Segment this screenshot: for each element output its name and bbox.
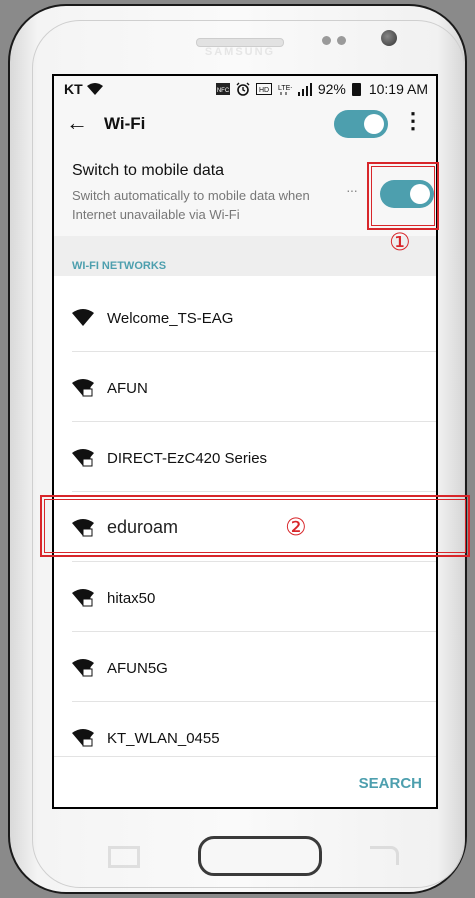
back-key-icon[interactable]: [370, 846, 399, 865]
network-name: DIRECT-EzC420 Series: [107, 450, 268, 467]
network-name: KT_WLAN_0455: [107, 730, 220, 747]
hd-voice-icon: HD: [255, 83, 272, 95]
clock-time: 10:19 AM: [368, 81, 428, 97]
wifi-locked-icon: [72, 449, 94, 467]
status-bar: KT NFC HD LTE+ 92% 10:19 AM: [54, 76, 436, 102]
battery-percent: 92%: [317, 81, 346, 97]
nfc-icon: NFC: [215, 83, 230, 95]
carrier-label: KT: [64, 81, 83, 97]
wifi-locked-icon: [72, 379, 94, 397]
page-title: Wi-Fi: [104, 114, 146, 133]
alarm-icon: [236, 82, 250, 96]
status-right: NFC HD LTE+ 92% 10:19 AM: [215, 81, 428, 97]
mobile-data-description: Switch automatically to mobile data when…: [72, 188, 310, 222]
section-label: WI-FI NETWORKS: [72, 260, 167, 272]
wifi-locked-icon: [72, 729, 94, 747]
network-item[interactable]: AFUN5G: [72, 632, 436, 702]
network-name: AFUN: [107, 380, 148, 397]
svg-text:HD: HD: [259, 87, 269, 94]
app-bar: ← Wi-Fi ⋮: [54, 102, 436, 146]
front-camera-icon: [381, 30, 397, 46]
annotation-marker-1: ①: [389, 228, 411, 256]
network-name: Welcome_TS-EAG: [107, 310, 234, 327]
recent-apps-key-icon[interactable]: [108, 846, 140, 868]
wifi-open-icon: [72, 309, 94, 326]
toggle-knob: [364, 114, 384, 134]
mobile-data-title: Switch to mobile data: [72, 162, 225, 179]
network-item[interactable]: DIRECT-EzC420 Series: [72, 422, 436, 492]
network-name: AFUN5G: [107, 660, 168, 677]
proximity-sensor-icon: [322, 36, 331, 45]
wifi-signal-icon: [86, 83, 103, 95]
back-arrow-icon[interactable]: ←: [66, 110, 88, 136]
wifi-locked-icon: [72, 659, 94, 677]
annotation-marker-2: ②: [285, 513, 307, 541]
section-header: WI-FI NETWORKS: [54, 236, 436, 276]
network-item[interactable]: Welcome_TS-EAG: [72, 282, 436, 352]
wifi-locked-icon: [72, 589, 94, 607]
highlight-box-1: [367, 162, 439, 230]
network-item[interactable]: hitax50: [72, 562, 436, 632]
status-left: KT: [64, 81, 103, 97]
wifi-master-toggle[interactable]: [334, 110, 388, 138]
battery-icon: [351, 82, 361, 96]
light-sensor-icon: [337, 36, 346, 45]
lte-plus-icon: LTE+: [278, 85, 292, 95]
signal-bars-icon: [297, 82, 312, 96]
network-name: hitax50: [107, 590, 156, 607]
svg-text:LTE+: LTE+: [278, 85, 292, 92]
highlight-box-2: [40, 495, 470, 557]
divider-dots-icon: ···: [346, 182, 358, 198]
network-item[interactable]: AFUN: [72, 352, 436, 422]
brand-logo: SAMSUNG: [204, 46, 276, 58]
more-options-icon[interactable]: ⋮: [402, 108, 424, 134]
home-button[interactable]: [198, 836, 322, 876]
search-button[interactable]: SEARCH: [359, 775, 422, 792]
svg-text:NFC: NFC: [217, 88, 230, 94]
bottom-bar: SEARCH: [54, 756, 436, 807]
